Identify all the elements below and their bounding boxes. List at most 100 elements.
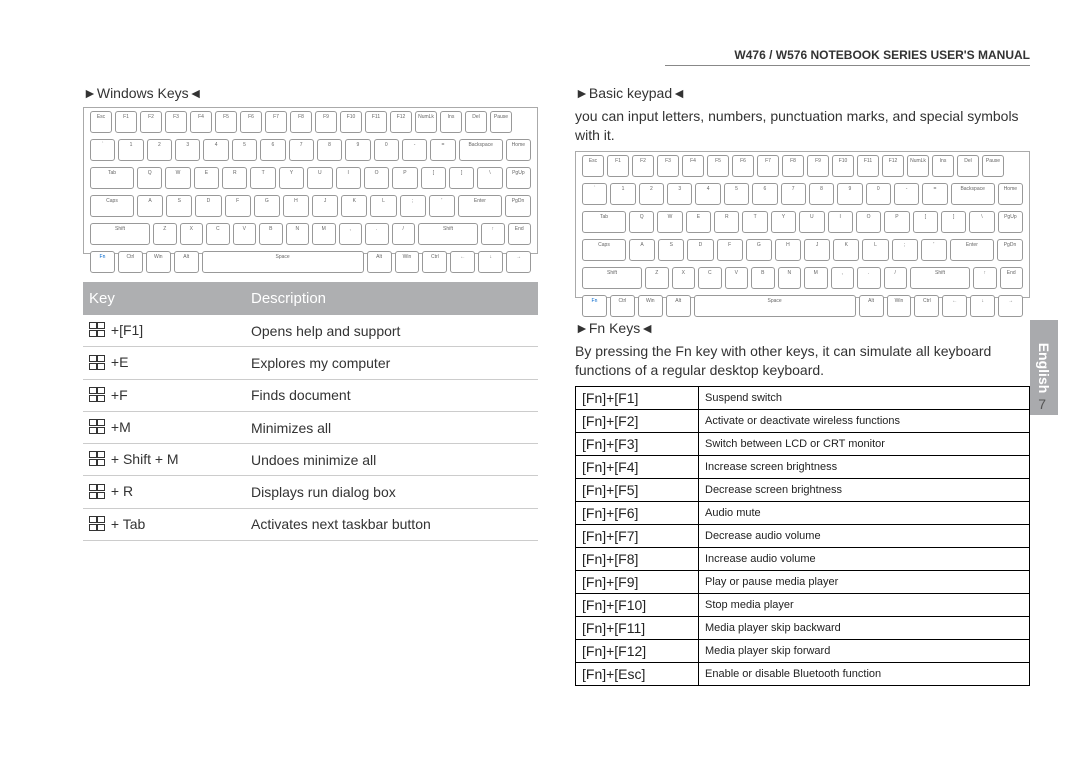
win-key-text: +[F1] <box>107 322 143 338</box>
win-key-cell: + R <box>83 476 245 508</box>
keycap: F1 <box>115 111 137 133</box>
keycap: E <box>194 167 219 189</box>
keycap: = <box>922 183 947 205</box>
keycap: F <box>717 239 743 261</box>
keycap: ; <box>400 195 426 217</box>
windows-logo-icon <box>89 516 107 532</box>
keycap: F9 <box>807 155 829 177</box>
keycap: Ins <box>440 111 462 133</box>
fn-key-cell: [Fn]+[F3] <box>576 432 699 455</box>
fn-desc-cell: Decrease screen brightness <box>699 478 1030 501</box>
keycap: NumLk <box>415 111 437 133</box>
keycap: Home <box>506 139 531 161</box>
keycap: Caps <box>90 195 134 217</box>
keycap: Ins <box>932 155 954 177</box>
keycap: F2 <box>140 111 162 133</box>
keycap: R <box>222 167 247 189</box>
win-key-cell: +[F1] <box>83 315 245 347</box>
fn-desc-cell: Switch between LCD or CRT monitor <box>699 432 1030 455</box>
fn-key-cell: [Fn]+[F4] <box>576 455 699 478</box>
keycap: ↓ <box>970 295 995 317</box>
fn-key-cell: [Fn]+[F11] <box>576 616 699 639</box>
keycap: F4 <box>190 111 212 133</box>
keycap: F4 <box>682 155 704 177</box>
fn-key-cell: [Fn]+[F2] <box>576 409 699 432</box>
keycap: L <box>370 195 396 217</box>
win-desc-cell: Minimizes all <box>245 411 538 443</box>
keycap: Shift <box>90 223 150 245</box>
keycap: Home <box>998 183 1023 205</box>
keycap: Pause <box>490 111 512 133</box>
keycap: 6 <box>752 183 777 205</box>
keycap: Tab <box>582 211 626 233</box>
keycap: Ctrl <box>914 295 939 317</box>
keycap: L <box>862 239 888 261</box>
keycap: Z <box>153 223 177 245</box>
win-key-text: + R <box>107 483 133 499</box>
keycap: / <box>884 267 908 289</box>
keyboard-diagram-left: EscF1F2F3F4F5F6F7F8F9F10F11F12NumLkInsDe… <box>83 107 538 254</box>
keycap: Backspace <box>951 183 995 205</box>
keycap: 6 <box>260 139 285 161</box>
keycap: Fn <box>582 295 607 317</box>
keycap: W <box>165 167 190 189</box>
keycap: 9 <box>837 183 862 205</box>
keycap: A <box>137 195 163 217</box>
fn-desc-cell: Audio mute <box>699 501 1030 524</box>
win-key-text: + Tab <box>107 516 145 532</box>
keycap: \ <box>969 211 994 233</box>
fn-desc-cell: Suspend switch <box>699 386 1030 409</box>
keycap: H <box>283 195 309 217</box>
keycap: F2 <box>632 155 654 177</box>
win-key-cell: + Shift + M <box>83 444 245 476</box>
keycap: Esc <box>90 111 112 133</box>
keycap: O <box>364 167 389 189</box>
keycap: Z <box>645 267 669 289</box>
fn-key-cell: [Fn]+[F12] <box>576 639 699 662</box>
keycap: , <box>831 267 855 289</box>
win-desc-cell: Finds document <box>245 379 538 411</box>
windows-logo-icon <box>89 484 107 500</box>
keycap: F <box>225 195 251 217</box>
keyboard-diagram-right: EscF1F2F3F4F5F6F7F8F9F10F11F12NumLkInsDe… <box>575 151 1030 298</box>
keycap: ] <box>941 211 966 233</box>
keycap: Win <box>887 295 912 317</box>
windows-keys-title: ►Windows Keys◄ <box>83 85 538 101</box>
keycap: J <box>312 195 338 217</box>
keycap: C <box>206 223 230 245</box>
keycap: F6 <box>240 111 262 133</box>
keycap: Del <box>465 111 487 133</box>
keycap: F3 <box>165 111 187 133</box>
keycap: ] <box>449 167 474 189</box>
keycap: Enter <box>950 239 994 261</box>
keycap: K <box>341 195 367 217</box>
keycap: 4 <box>695 183 720 205</box>
keycap: End <box>508 223 532 245</box>
keycap: U <box>307 167 332 189</box>
keycap: ; <box>892 239 918 261</box>
keycap: 2 <box>639 183 664 205</box>
keycap: F8 <box>782 155 804 177</box>
keycap: ↑ <box>973 267 997 289</box>
keycap: X <box>180 223 204 245</box>
windows-logo-icon <box>89 355 107 371</box>
keycap: B <box>751 267 775 289</box>
keycap: F1 <box>607 155 629 177</box>
page-number: 7 <box>1038 396 1046 412</box>
keycap: F11 <box>857 155 879 177</box>
keycap: T <box>250 167 275 189</box>
keycap: - <box>894 183 919 205</box>
fn-desc-cell: Increase audio volume <box>699 547 1030 570</box>
keycap: M <box>312 223 336 245</box>
keycap: P <box>392 167 417 189</box>
fn-key-cell: [Fn]+[F8] <box>576 547 699 570</box>
keycap: 2 <box>147 139 172 161</box>
fn-desc-cell: Increase screen brightness <box>699 455 1030 478</box>
keycap: G <box>254 195 280 217</box>
keycap: F10 <box>832 155 854 177</box>
keycap: Ctrl <box>610 295 635 317</box>
keycap: [ <box>913 211 938 233</box>
keycap: 0 <box>374 139 399 161</box>
keycap: Backspace <box>459 139 503 161</box>
keycap: - <box>402 139 427 161</box>
